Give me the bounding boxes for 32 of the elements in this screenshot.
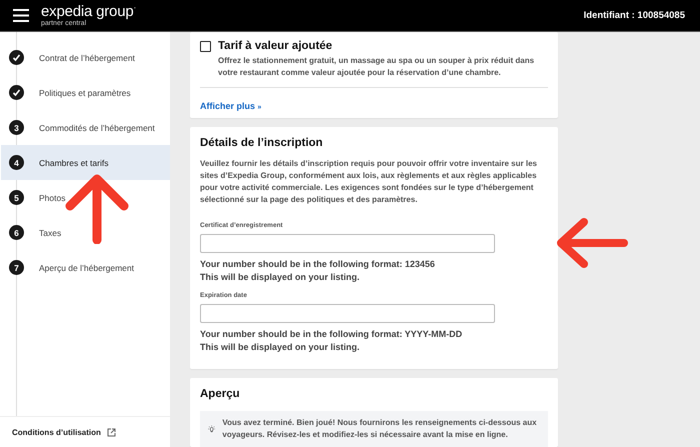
step-item[interactable]: 5 Photos bbox=[1, 180, 170, 215]
logo-mark: · bbox=[133, 4, 136, 12]
menu-icon[interactable] bbox=[13, 9, 29, 22]
tip-text: Vous avez terminé. Bien joué! Nous fournirons les renseignements ci-dessous aux voyageurs. Révisez-les et modifiez-les si nécessaire avant la mise en ligne. bbox=[222, 417, 538, 441]
option-title: Tarif à valeur ajoutée bbox=[218, 40, 332, 52]
field-hint: This will be displayed on your listing. bbox=[200, 341, 361, 354]
step-item[interactable]: 4 Chambres et tarifs bbox=[1, 145, 170, 180]
section-description: Veuillez fournir les détails d’inscription requis pour pouvoir offrir votre inventaire sur les sites d’Expedia Group, conformément aux lois, aux règlements et aux règles applicables pour votre activité commerciale. Les exigences sont fondées sur le type d’hébergement sélectionné sur la page des politiques et des paramètres. bbox=[200, 158, 538, 206]
field-hint: Your number should be in the following format: 123456 bbox=[200, 258, 436, 271]
logo: expedia group bbox=[41, 4, 134, 19]
step-number: 4 bbox=[9, 155, 24, 170]
field-hint: This will be displayed on your listing. bbox=[200, 271, 361, 284]
account-id: Identifiant : 100854085 bbox=[584, 10, 685, 21]
section-title: Détails de l’inscription bbox=[200, 137, 324, 149]
step-number: 5 bbox=[9, 190, 24, 205]
step-item[interactable]: Politiques et paramètres bbox=[1, 75, 170, 110]
external-link-icon bbox=[106, 428, 116, 436]
step-number: 3 bbox=[9, 120, 24, 135]
input-field[interactable] bbox=[200, 234, 495, 253]
input-field[interactable] bbox=[200, 304, 495, 323]
section-title: Aperçu bbox=[200, 388, 241, 400]
step-item[interactable]: 3 Commodités de l’hébergement bbox=[1, 110, 170, 145]
step-item[interactable]: 6 Taxes bbox=[1, 215, 170, 250]
field-hint: Your number should be in the following format: YYYY-MM-DD bbox=[200, 328, 464, 341]
step-item[interactable]: 7 Aperçu de l’hébergement bbox=[1, 250, 170, 285]
terms-link[interactable]: Conditions d’utilisation bbox=[12, 428, 101, 436]
checkbox[interactable] bbox=[200, 40, 211, 52]
step-number: 6 bbox=[9, 225, 24, 240]
annotation-arrow bbox=[556, 218, 628, 268]
step-item[interactable]: Contrat de l’hébergement bbox=[1, 40, 170, 75]
step-number: 7 bbox=[9, 260, 24, 275]
option-description: Offrez le stationnement gratuit, un massage au spa ou un souper à prix réduit dans votre restaurant comme valeur ajoutée pour la réservation d’une chambre. bbox=[218, 55, 536, 79]
